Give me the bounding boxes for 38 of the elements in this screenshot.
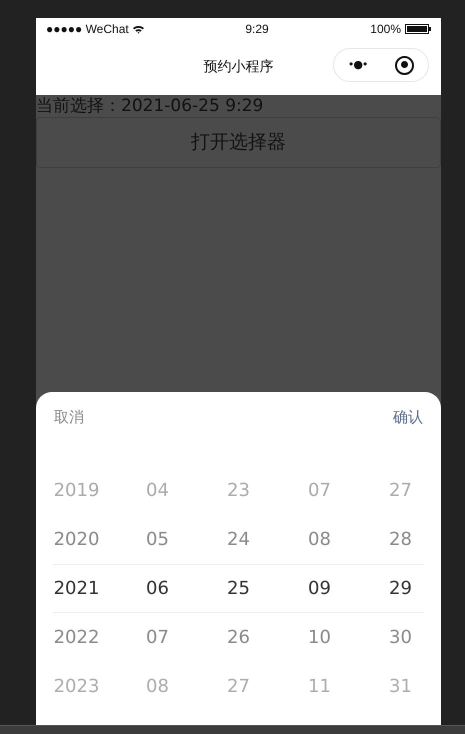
more-button[interactable]: •●• [348, 56, 368, 74]
carrier-label: ●●●●● WeChat [46, 21, 129, 38]
picker-option[interactable]: 30 [360, 624, 441, 651]
open-picker-button[interactable]: 打开选择器 [36, 117, 441, 168]
picker-option[interactable]: 26 [198, 624, 279, 651]
picker-option[interactable]: 2021 [36, 575, 117, 602]
picker-option[interactable]: 2019 [36, 477, 117, 504]
picker-option[interactable]: 28 [360, 526, 441, 553]
picker-option[interactable]: 07 [117, 624, 198, 651]
picker-option[interactable]: 24 [198, 526, 279, 553]
picker-option[interactable]: 08 [117, 673, 198, 700]
picker-option[interactable]: 2023 [36, 673, 117, 700]
close-icon[interactable] [395, 56, 414, 74]
picker-option[interactable]: 06 [117, 575, 198, 602]
battery-label: 100% [370, 21, 401, 38]
selection-text: 当前选择：2021-06-25 9:29 [36, 95, 264, 117]
page-title: 预约小程序 [204, 58, 274, 77]
picker-option[interactable]: 11 [279, 673, 360, 700]
time-label: 9:29 [245, 21, 269, 38]
picker-option[interactable]: 08 [279, 526, 360, 553]
picker-option[interactable]: 09 [279, 575, 360, 602]
wifi-icon [132, 24, 144, 34]
picker-option[interactable]: 2022 [36, 624, 117, 651]
picker-option[interactable]: 25 [198, 575, 279, 602]
picker-option[interactable]: 05 [117, 526, 198, 553]
picker-option[interactable]: 31 [360, 673, 441, 700]
picker-option[interactable]: 29 [360, 575, 441, 602]
picker-option[interactable]: 07 [279, 477, 360, 504]
cancel-button[interactable]: 取消 [54, 406, 84, 428]
confirm-button[interactable]: 确认 [393, 406, 423, 428]
picker-option[interactable]: 04 [117, 477, 198, 504]
picker-option[interactable]: 23 [198, 477, 279, 504]
menu-capsule[interactable]: •●• [333, 48, 429, 82]
picker-option[interactable]: 10 [279, 624, 360, 651]
picker-option[interactable]: 27 [360, 477, 441, 504]
battery-icon [405, 24, 431, 34]
picker-option[interactable]: 27 [198, 673, 279, 700]
picker-option[interactable]: 2020 [36, 526, 117, 553]
